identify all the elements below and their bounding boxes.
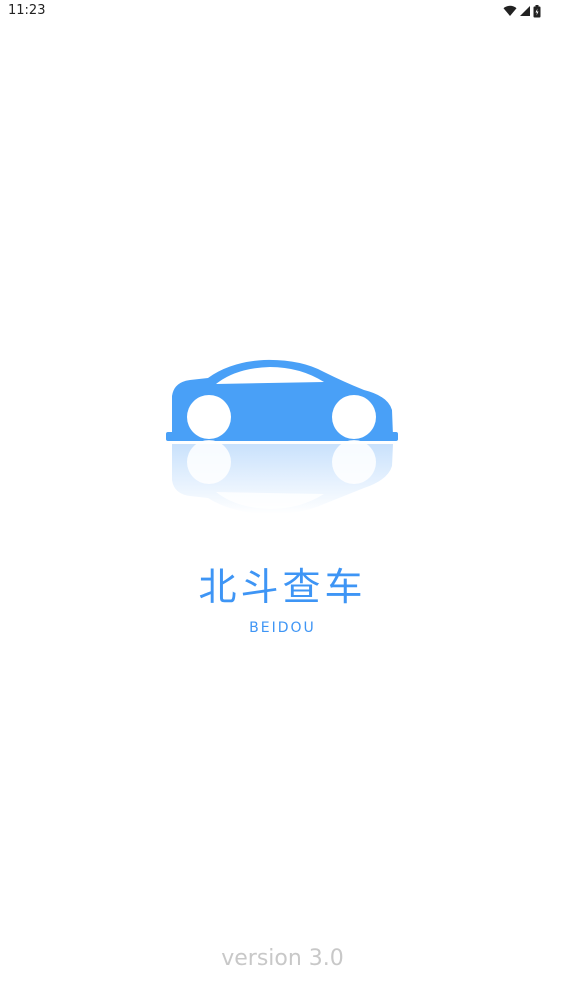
status-icons (503, 3, 541, 19)
version-label: version 3.0 (221, 946, 344, 971)
battery-icon (533, 4, 541, 18)
car-icon (164, 352, 404, 522)
signal-icon (519, 5, 531, 17)
splash-screen: 11:23 北斗查车 BEIDOU version 3.0 (0, 0, 565, 1004)
wifi-icon (503, 5, 517, 17)
status-bar: 11:23 (0, 0, 565, 24)
app-name: 北斗查车 (198, 565, 367, 609)
status-time: 11:23 (8, 3, 46, 18)
app-subtitle: BEIDOU (249, 620, 316, 636)
